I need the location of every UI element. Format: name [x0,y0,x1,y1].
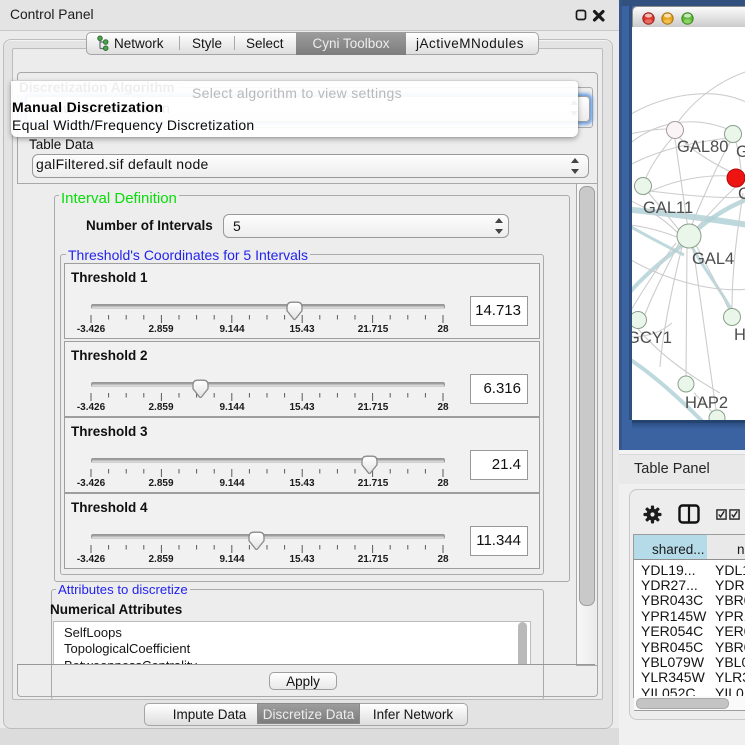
svg-text:GAL4: GAL4 [692,250,734,268]
svg-text:C: C [738,185,745,203]
svg-text:H: H [734,326,745,344]
svg-text:HAP2: HAP2 [685,394,728,412]
svg-text:GCY1: GCY1 [632,329,672,347]
svg-text:GAL11: GAL11 [643,199,693,217]
svg-text:GAL80: GAL80 [677,138,728,156]
svg-text:G: G [736,143,745,161]
